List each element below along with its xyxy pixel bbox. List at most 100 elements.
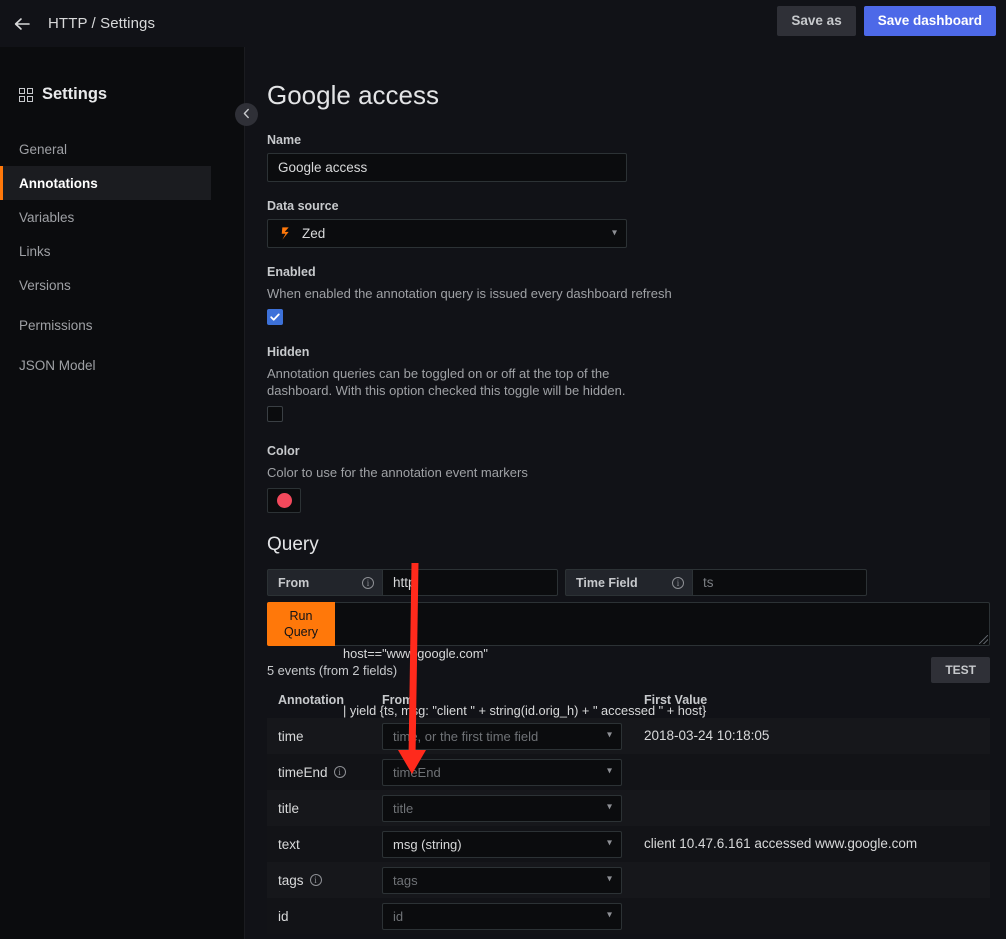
sidebar-item-permissions[interactable]: Permissions <box>0 308 244 342</box>
from-select-timeEnd[interactable]: timeEnd ▾ <box>382 758 622 786</box>
run-query-line2: Query <box>283 625 319 639</box>
save-as-button[interactable]: Save as <box>777 6 856 36</box>
back-button[interactable] <box>0 0 44 47</box>
cell-from: title ▾ <box>371 790 633 826</box>
from-select-title[interactable]: title ▾ <box>382 794 622 822</box>
sidebar-item-label: Permissions <box>19 317 93 333</box>
query-params-row: From i http Time Field i ts <box>267 569 990 596</box>
color-label: Color <box>267 444 300 458</box>
table-row: tags i tags ▾ <box>267 862 990 898</box>
sidebar-item-label: Variables <box>19 209 75 225</box>
settings-sidebar: Settings General Annotations Variables L… <box>0 47 245 939</box>
sidebar-item-versions[interactable]: Versions <box>0 268 244 302</box>
query-code-line-1: host=="www.google.com" <box>343 646 488 661</box>
cell-from: tags ▾ <box>371 862 633 898</box>
info-icon[interactable]: i <box>309 874 322 886</box>
topbar-actions: Save as Save dashboard <box>777 6 996 36</box>
info-icon[interactable]: i <box>672 576 684 589</box>
hidden-label: Hidden <box>267 345 310 359</box>
from-select-value: time, or the first time field <box>393 728 539 744</box>
table-row: id id ▾ <box>267 898 990 934</box>
from-select-value: tags <box>393 872 418 888</box>
chevron-down-icon: ▾ <box>606 837 612 849</box>
sidebar-item-variables[interactable]: Variables <box>0 200 244 234</box>
query-editor-row: Run Query host=="www.google.com" | yield… <box>267 602 990 718</box>
check-icon <box>269 311 281 323</box>
chevron-left-icon <box>242 108 251 122</box>
cell-first-value <box>633 862 990 898</box>
cell-first-value <box>633 790 990 826</box>
cell-annotation-name: text <box>267 826 371 862</box>
chevron-down-icon: ▾ <box>611 226 617 238</box>
enabled-checkbox[interactable] <box>267 309 283 325</box>
time-field-label: Time Field <box>576 575 638 590</box>
back-arrow-icon <box>12 14 32 34</box>
table-row: title title ▾ <box>267 790 990 826</box>
cell-from: id ▾ <box>371 898 633 934</box>
sidebar-collapse-button[interactable] <box>235 103 258 126</box>
hidden-description: Annotation queries can be toggled on or … <box>267 366 626 398</box>
dashboard-settings-page: HTTP / Settings Save as Save dashboard S… <box>0 0 1006 939</box>
cell-from: timeEnd ▾ <box>371 754 633 790</box>
query-code-line-2: | yield {ts, msg: "client " + string(id.… <box>343 703 707 718</box>
top-bar: HTTP / Settings Save as Save dashboard <box>0 0 1006 47</box>
from-label: From <box>278 575 310 590</box>
sidebar-item-links[interactable]: Links <box>0 234 244 268</box>
datasource-select[interactable]: Zed ▾ <box>267 219 627 248</box>
resize-handle-icon[interactable] <box>979 635 988 644</box>
annotation-name-label: text <box>278 836 300 852</box>
save-dashboard-button[interactable]: Save dashboard <box>863 6 996 36</box>
grid-icon <box>19 87 33 102</box>
sidebar-item-json-model[interactable]: JSON Model <box>0 348 244 382</box>
cell-from: msg (string) ▾ <box>371 826 633 862</box>
chevron-down-icon: ▾ <box>606 729 612 741</box>
hidden-checkbox[interactable] <box>267 406 283 422</box>
annotation-name-label: tags <box>278 872 304 888</box>
annotation-editor-panel: Google access Name Data source Zed ▾ Ena… <box>245 47 1006 939</box>
chevron-down-icon: ▾ <box>606 909 612 921</box>
from-select-time[interactable]: time, or the first time field ▾ <box>382 722 622 750</box>
name-field-group: Name <box>267 133 990 182</box>
query-code-editor[interactable]: host=="www.google.com" | yield {ts, msg:… <box>335 602 990 718</box>
annotation-name-label: timeEnd <box>278 764 328 780</box>
hidden-field-group: Hidden Annotation queries can be toggled… <box>267 345 990 427</box>
sidebar-title-label: Settings <box>42 85 108 103</box>
time-field-label-box: Time Field i <box>565 569 693 596</box>
table-row: text msg (string) ▾ client 10.47.6.161 acce… <box>267 826 990 862</box>
from-select-id[interactable]: id ▾ <box>382 902 622 930</box>
from-label-box: From i <box>267 569 383 596</box>
from-input[interactable]: http <box>383 569 558 596</box>
info-icon[interactable]: i <box>362 576 374 589</box>
cell-annotation-name: tags i <box>267 862 371 898</box>
sidebar-item-general[interactable]: General <box>0 132 244 166</box>
datasource-label: Data source <box>267 199 339 213</box>
breadcrumb[interactable]: HTTP / Settings <box>48 15 155 32</box>
color-picker-button[interactable] <box>267 488 301 513</box>
cell-annotation-name: id <box>267 898 371 934</box>
sidebar-item-label: Versions <box>19 277 71 293</box>
from-select-tags[interactable]: tags ▾ <box>382 866 622 894</box>
name-input[interactable] <box>267 153 627 182</box>
chevron-down-icon: ▾ <box>606 873 612 885</box>
time-field-input[interactable]: ts <box>693 569 867 596</box>
color-description: Color to use for the annotation event ma… <box>267 465 528 480</box>
run-query-line1: Run <box>289 609 313 623</box>
name-label: Name <box>267 133 302 147</box>
from-select-value: id <box>393 908 404 924</box>
from-select-text[interactable]: msg (string) ▾ <box>382 830 622 858</box>
enabled-field-group: Enabled When enabled the annotation quer… <box>267 265 990 328</box>
sidebar-item-label: Annotations <box>19 175 98 191</box>
zed-datasource-icon <box>278 226 293 241</box>
cell-from: time, or the first time field ▾ <box>371 718 633 754</box>
sidebar-title: Settings <box>0 47 244 104</box>
page-title: Google access <box>267 80 439 110</box>
annotation-name-label: time <box>278 728 304 744</box>
enabled-label: Enabled <box>267 265 316 279</box>
sidebar-item-label: General <box>19 141 68 157</box>
annotation-name-label: title <box>278 800 300 816</box>
sidebar-item-label: JSON Model <box>19 357 96 373</box>
run-query-button[interactable]: Run Query <box>267 602 335 646</box>
sidebar-item-annotations[interactable]: Annotations <box>0 166 211 200</box>
from-select-value: msg (string) <box>393 836 462 852</box>
settings-nav: General Annotations Variables Links Vers… <box>0 132 244 382</box>
